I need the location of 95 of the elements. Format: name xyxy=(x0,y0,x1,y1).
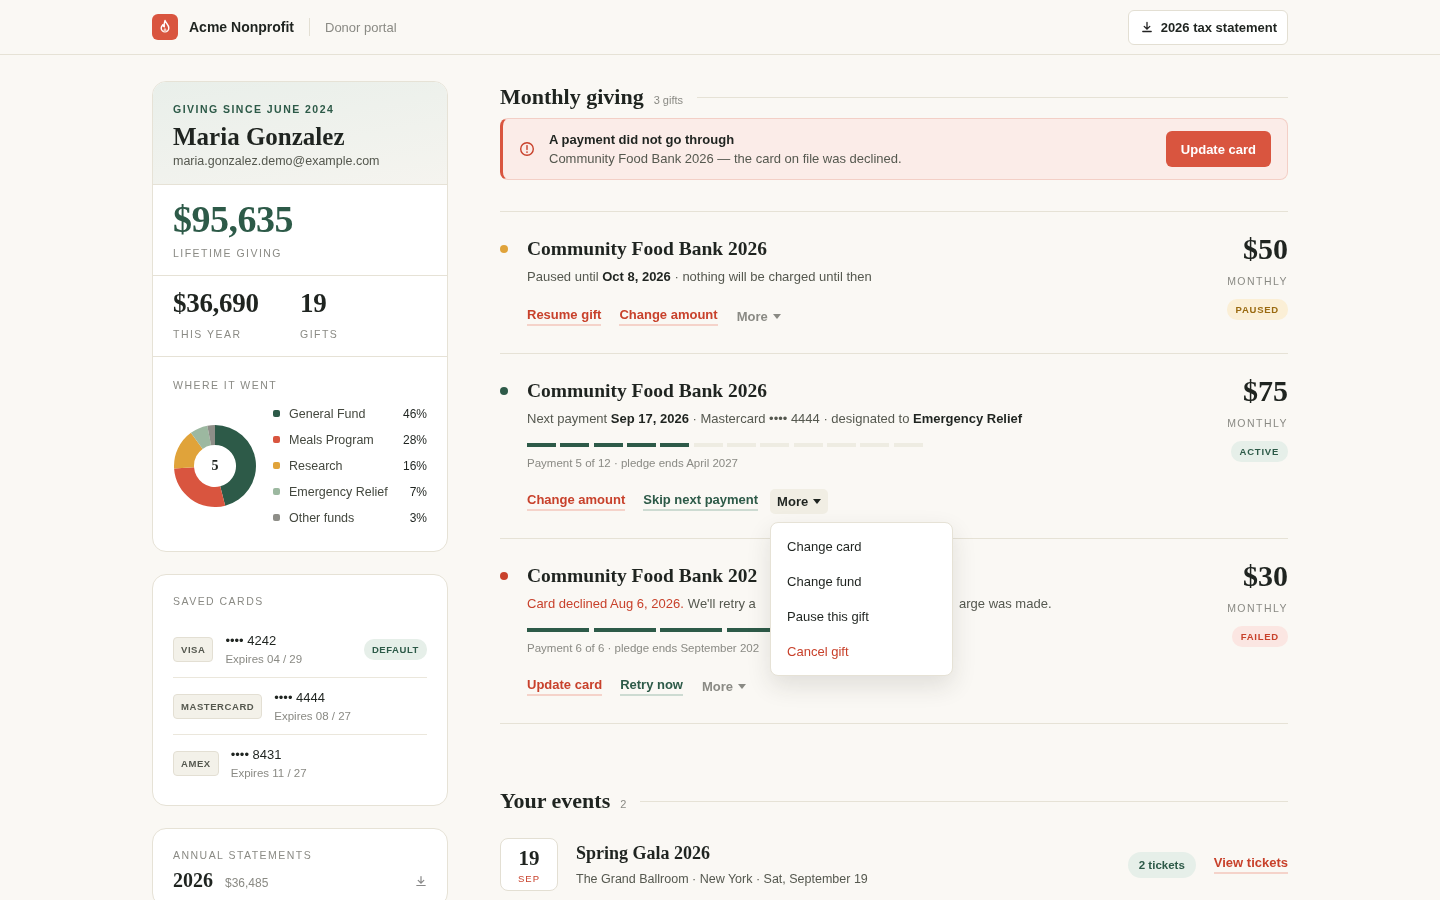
legend-value: 46% xyxy=(402,406,427,421)
more-button[interactable]: More xyxy=(695,674,754,699)
section-label: SAVED CARDS xyxy=(173,595,265,607)
caret-icon xyxy=(738,684,747,689)
event-day: 19 xyxy=(518,845,540,871)
event-details: The Grand Ballroom · New York · Sat, September 19 xyxy=(576,872,869,886)
section-label: WHERE IT WENT xyxy=(173,379,279,391)
lifetime-amount: $95,635 xyxy=(173,197,294,241)
decline-notice: Card declined Aug 6, 2026. xyxy=(527,596,684,611)
section-count: 2 xyxy=(620,798,627,810)
gift-period: MONTHLY xyxy=(1227,602,1288,614)
gift-title: Community Food Bank 202 xyxy=(527,565,758,587)
card-expiry: Expires 08 / 27 xyxy=(274,710,352,722)
card-expiry: Expires 04 / 29 xyxy=(225,653,304,665)
legend-swatch xyxy=(273,488,280,495)
event-title: Spring Gala 2026 xyxy=(576,843,712,864)
statement-amount: $36,485 xyxy=(225,876,270,890)
more-button[interactable]: More xyxy=(770,489,829,514)
menu-item[interactable]: Pause this gift xyxy=(771,599,953,634)
action-link[interactable]: Update card xyxy=(527,677,603,696)
progress-note: Payment 5 of 12 · pledge ends April 2027 xyxy=(527,457,738,469)
status-badge: ACTIVE xyxy=(1230,441,1288,462)
giving-since-label: GIVING SINCE JUNE 2024 xyxy=(173,103,336,115)
alert-title: A payment did not go through xyxy=(549,132,736,147)
stat-label: GIFTS xyxy=(300,328,340,340)
legend-label: Research xyxy=(289,458,344,473)
legend-value: 7% xyxy=(409,484,427,499)
download-icon xyxy=(1140,21,1153,33)
caret-icon xyxy=(772,314,781,319)
fund-count: 5 xyxy=(211,457,219,474)
donor-email: maria.gonzalez.demo@example.com xyxy=(173,154,381,168)
event-month: SEP xyxy=(518,872,540,884)
legend-swatch xyxy=(273,462,280,469)
action-link[interactable]: Change amount xyxy=(619,307,718,326)
legend-swatch xyxy=(273,514,280,521)
warning-icon xyxy=(519,141,535,157)
legend-value: 16% xyxy=(402,458,427,473)
section-title: Your events xyxy=(500,788,611,814)
menu-item[interactable]: Change fund xyxy=(771,564,953,599)
card-brand-tag: VISA xyxy=(173,636,214,662)
gift-title: Community Food Bank 2026 xyxy=(527,238,767,260)
more-button[interactable]: More xyxy=(729,304,788,329)
gift-amount: $75 xyxy=(1243,374,1288,408)
card-number: •••• 8431 xyxy=(230,747,283,762)
flame-logo-icon xyxy=(152,14,178,40)
legend-label: Meals Program xyxy=(289,432,375,447)
gift-period: MONTHLY xyxy=(1227,417,1288,429)
stat-value: $36,690 xyxy=(173,288,260,319)
legend-value: 28% xyxy=(402,432,427,447)
card-expiry: Expires 11 / 27 xyxy=(230,767,308,779)
donor-name: Maria Gonzalez xyxy=(173,123,346,151)
legend-label: Other funds xyxy=(289,510,356,525)
status-badge: PAUSED xyxy=(1226,299,1288,320)
menu-item[interactable]: Cancel gift xyxy=(771,634,953,669)
caret-icon xyxy=(813,499,822,504)
menu-item[interactable]: Change card xyxy=(771,529,953,564)
stat-label: LIFETIME GIVING xyxy=(173,247,283,259)
default-badge: DEFAULT xyxy=(363,638,427,660)
gift-summary: arge was made. xyxy=(959,596,1052,611)
download-icon[interactable] xyxy=(415,875,427,887)
view-tickets-link[interactable]: View tickets xyxy=(1213,855,1288,874)
card-number: •••• 4242 xyxy=(225,633,278,648)
legend-value: 3% xyxy=(409,510,427,525)
tickets-badge: 2 tickets xyxy=(1127,851,1196,878)
gift-period: MONTHLY xyxy=(1227,275,1288,287)
card-number: •••• 4444 xyxy=(274,690,326,705)
action-link[interactable]: Retry now xyxy=(620,677,683,696)
gift-summary: We'll retry a xyxy=(687,596,756,611)
legend-swatch xyxy=(273,436,280,443)
tax-statement-button[interactable]: 2026 tax statement xyxy=(1127,9,1288,45)
stat-value: 19 xyxy=(300,288,328,319)
action-link[interactable]: Change amount xyxy=(527,492,626,511)
update-card-button[interactable]: Update card xyxy=(1165,131,1271,167)
org-name: Acme Nonprofit xyxy=(189,19,294,35)
section-label: ANNUAL STATEMENTS xyxy=(173,849,314,861)
legend-label: General Fund xyxy=(289,406,367,421)
action-link[interactable]: Resume gift xyxy=(527,307,602,326)
section-title: Monthly giving xyxy=(500,84,644,110)
action-link[interactable]: Skip next payment xyxy=(643,492,759,511)
legend-swatch xyxy=(273,410,280,417)
progress-note: Payment 6 of 6 · pledge ends September 202 xyxy=(527,642,760,654)
gift-amount: $30 xyxy=(1243,559,1288,593)
portal-label: Donor portal xyxy=(325,19,397,35)
gift-amount: $50 xyxy=(1243,232,1288,266)
statement-year: 2026 xyxy=(173,869,213,892)
card-brand-tag: MASTERCARD xyxy=(173,693,263,719)
stat-label: THIS YEAR xyxy=(173,328,243,340)
gift-summary: Next payment Sep 17, 2026 · Mastercard •••• 4444 · designated to Emergency Relief xyxy=(527,411,1023,426)
status-badge: FAILED xyxy=(1231,626,1288,647)
legend-label: Emergency Relief xyxy=(289,484,389,499)
gift-title: Community Food Bank 2026 xyxy=(527,380,767,402)
alert-message: Community Food Bank 2026 — the card on file was declined. xyxy=(549,151,903,166)
gift-summary: Paused until Oct 8, 2026 · nothing will be charged until then xyxy=(527,269,872,284)
section-count: 3 gifts xyxy=(653,94,683,106)
card-brand-tag: AMEX xyxy=(173,750,219,776)
